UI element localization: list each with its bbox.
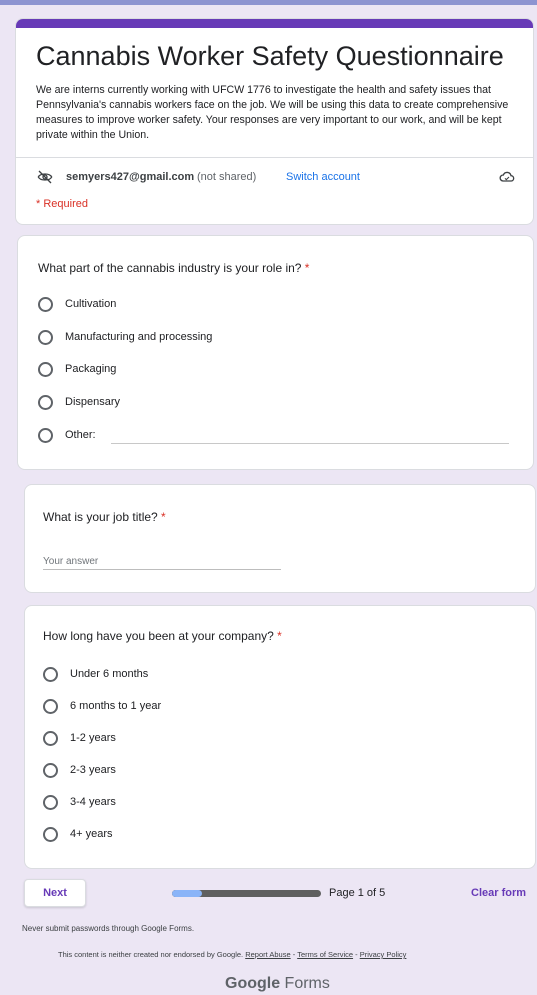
question-title: What is your job title? * bbox=[43, 510, 166, 524]
next-button[interactable]: Next bbox=[24, 879, 86, 907]
browser-top-edge bbox=[0, 0, 537, 5]
radio-unchecked-icon[interactable] bbox=[38, 394, 53, 410]
radio-unchecked-icon[interactable] bbox=[43, 698, 58, 714]
radio-unchecked-icon[interactable] bbox=[38, 296, 53, 312]
not-shared-label: (not shared) bbox=[197, 171, 257, 183]
page-indicator: Page 1 of 5 bbox=[329, 887, 386, 899]
question-text: What is your job title? bbox=[43, 510, 158, 524]
option-label: Other: bbox=[65, 429, 96, 441]
progress-bar bbox=[172, 890, 321, 897]
option-label: 6 months to 1 year bbox=[70, 700, 162, 712]
option-label: 2-3 years bbox=[70, 764, 116, 776]
header-accent-bar bbox=[16, 19, 533, 28]
radio-unchecked-icon[interactable] bbox=[43, 762, 58, 778]
password-warning: Never submit passwords through Google Fo… bbox=[22, 924, 195, 933]
question-title: What part of the cannabis industry is yo… bbox=[38, 261, 309, 275]
switch-account-link[interactable]: Switch account bbox=[286, 171, 360, 183]
radio-option-cultivation[interactable]: Cultivation bbox=[38, 295, 116, 313]
progress-bar-fill bbox=[172, 890, 202, 897]
option-label: Packaging bbox=[65, 363, 117, 375]
option-label: Manufacturing and processing bbox=[65, 331, 213, 343]
question-card-tenure: How long have you been at your company? … bbox=[24, 605, 536, 869]
radio-unchecked-icon[interactable] bbox=[38, 329, 53, 345]
radio-unchecked-icon[interactable] bbox=[43, 730, 58, 746]
option-label: Under 6 months bbox=[70, 668, 149, 680]
required-star: * bbox=[301, 261, 310, 275]
option-label: 4+ years bbox=[70, 828, 113, 840]
radio-unchecked-icon[interactable] bbox=[43, 826, 58, 842]
radio-option-2-3-years[interactable]: 2-3 years bbox=[43, 761, 116, 779]
account-row: semyers427@gmail.com (not shared) Switch… bbox=[36, 169, 516, 187]
separator: - bbox=[353, 950, 360, 959]
radio-option-manufacturing[interactable]: Manufacturing and processing bbox=[38, 328, 212, 346]
radio-option-3-4-years[interactable]: 3-4 years bbox=[43, 793, 116, 811]
other-text-input[interactable] bbox=[111, 443, 509, 444]
privacy-link[interactable]: Privacy Policy bbox=[360, 950, 407, 959]
radio-option-6-months-to-1-year[interactable]: 6 months to 1 year bbox=[43, 697, 161, 715]
footer-legal: This content is neither created nor endo… bbox=[58, 950, 406, 959]
header-divider bbox=[16, 157, 533, 158]
radio-option-1-2-years[interactable]: 1-2 years bbox=[43, 729, 116, 747]
question-text: How long have you been at your company? bbox=[43, 629, 274, 643]
report-abuse-link[interactable]: Report Abuse bbox=[245, 950, 290, 959]
form-description: We are interns currently working with UF… bbox=[36, 84, 509, 141]
question-card-job-title: What is your job title? * bbox=[24, 484, 536, 593]
clear-form-button[interactable]: Clear form bbox=[471, 887, 526, 899]
google-forms-logo[interactable]: Google Forms bbox=[225, 975, 330, 993]
required-star: * bbox=[273, 629, 282, 643]
option-label: Cultivation bbox=[65, 298, 117, 310]
radio-unchecked-icon[interactable] bbox=[38, 361, 53, 377]
option-label: Dispensary bbox=[65, 396, 121, 408]
brand-forms: Forms bbox=[280, 975, 330, 992]
eye-off-icon bbox=[37, 170, 53, 184]
radio-unchecked-icon[interactable] bbox=[43, 794, 58, 810]
brand-google: Google bbox=[225, 975, 281, 992]
radio-unchecked-icon[interactable] bbox=[38, 427, 53, 443]
disclaimer-text: This content is neither created nor endo… bbox=[58, 950, 244, 959]
account-email: semyers427@gmail.com bbox=[66, 171, 195, 183]
radio-option-under-6-months[interactable]: Under 6 months bbox=[43, 665, 148, 683]
form-header-card: Cannabis Worker Safety Questionnaire We … bbox=[15, 18, 534, 225]
terms-link[interactable]: Terms of Service bbox=[297, 950, 353, 959]
question-title: How long have you been at your company? … bbox=[43, 629, 282, 643]
required-note: * Required bbox=[36, 198, 88, 210]
radio-option-4-plus-years[interactable]: 4+ years bbox=[43, 825, 113, 843]
question-card-industry-role: What part of the cannabis industry is yo… bbox=[17, 235, 534, 470]
radio-option-other[interactable]: Other: bbox=[38, 426, 96, 444]
radio-unchecked-icon[interactable] bbox=[43, 666, 58, 682]
form-title: Cannabis Worker Safety Questionnaire bbox=[36, 41, 504, 71]
question-text: What part of the cannabis industry is yo… bbox=[38, 261, 302, 275]
radio-option-dispensary[interactable]: Dispensary bbox=[38, 393, 120, 411]
required-star: * bbox=[157, 510, 166, 524]
option-label: 1-2 years bbox=[70, 732, 116, 744]
job-title-input[interactable] bbox=[43, 550, 281, 570]
cloud-icon bbox=[499, 171, 515, 182]
radio-option-packaging[interactable]: Packaging bbox=[38, 360, 116, 378]
option-label: 3-4 years bbox=[70, 796, 116, 808]
